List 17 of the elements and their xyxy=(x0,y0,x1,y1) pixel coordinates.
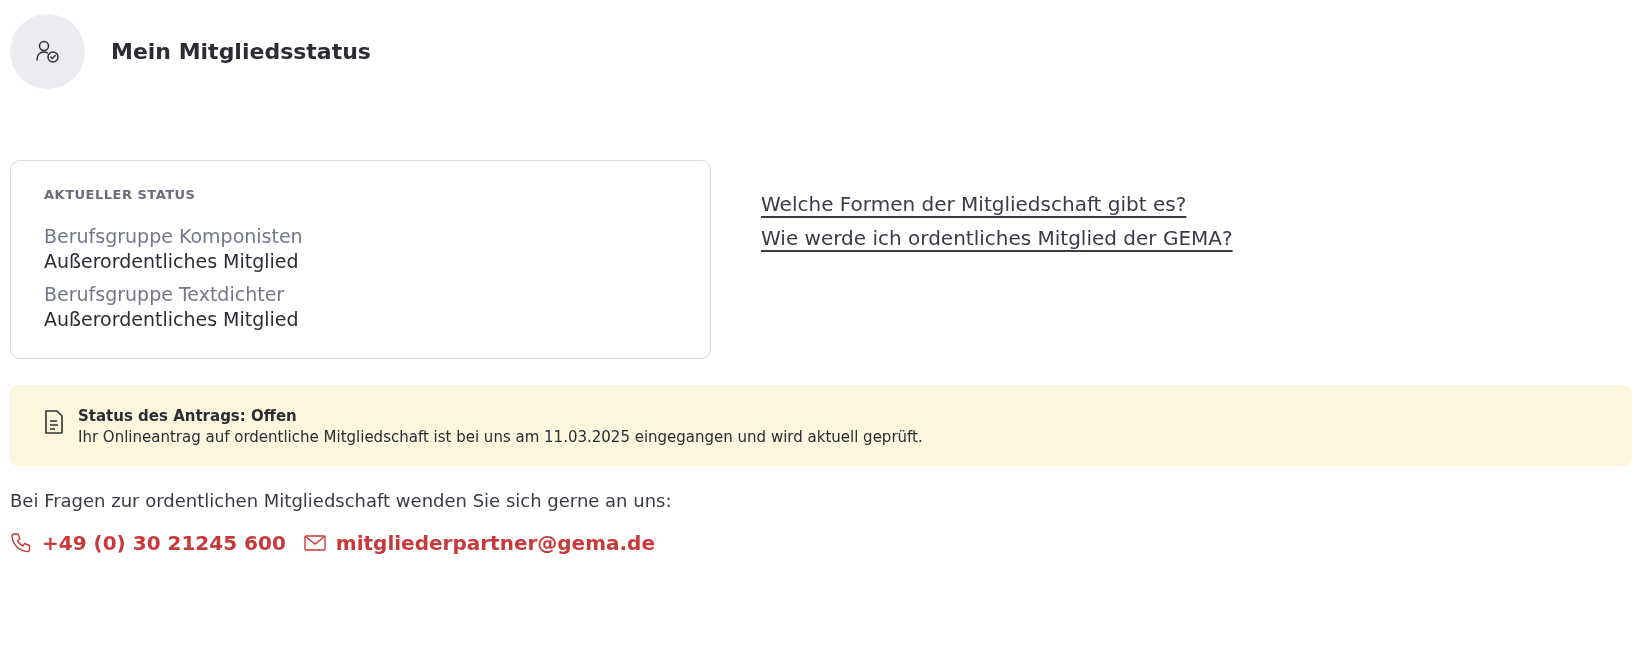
envelope-icon xyxy=(303,535,326,551)
membership-value: Außerordentliches Mitglied xyxy=(44,307,300,332)
email-link[interactable]: mitgliederpartner@gema.de xyxy=(335,531,655,555)
notice-title: Status des Antrags: Offen xyxy=(78,407,298,425)
document-icon xyxy=(44,409,64,435)
phone-link[interactable]: +49 (0) 30 21245 600 xyxy=(42,531,286,555)
help-link[interactable]: Welche Formen der Mitgliedschaft gibt es? xyxy=(761,190,1187,218)
phone-icon xyxy=(10,532,32,554)
group-label: Berufsgruppe Textdichter xyxy=(44,282,286,307)
card-heading: AKTUELLER STATUS xyxy=(44,187,197,202)
group-label: Berufsgruppe Komponisten xyxy=(44,224,304,249)
page-title: Mein Mitgliedsstatus xyxy=(111,39,371,64)
contact-intro: Bei Fragen zur ordentlichen Mitgliedschaft wenden Sie sich gerne an uns: xyxy=(10,490,673,511)
notice-text: Ihr Onlineantrag auf ordentliche Mitgliedschaft ist bei uns am 11.03.2025 eingegangen und wird aktuell geprüft. xyxy=(78,428,923,446)
membership-value: Außerordentliches Mitglied xyxy=(44,249,300,274)
help-link[interactable]: Wie werde ich ordentliches Mitglied der GEMA? xyxy=(761,224,1233,252)
user-check-icon xyxy=(34,38,61,65)
